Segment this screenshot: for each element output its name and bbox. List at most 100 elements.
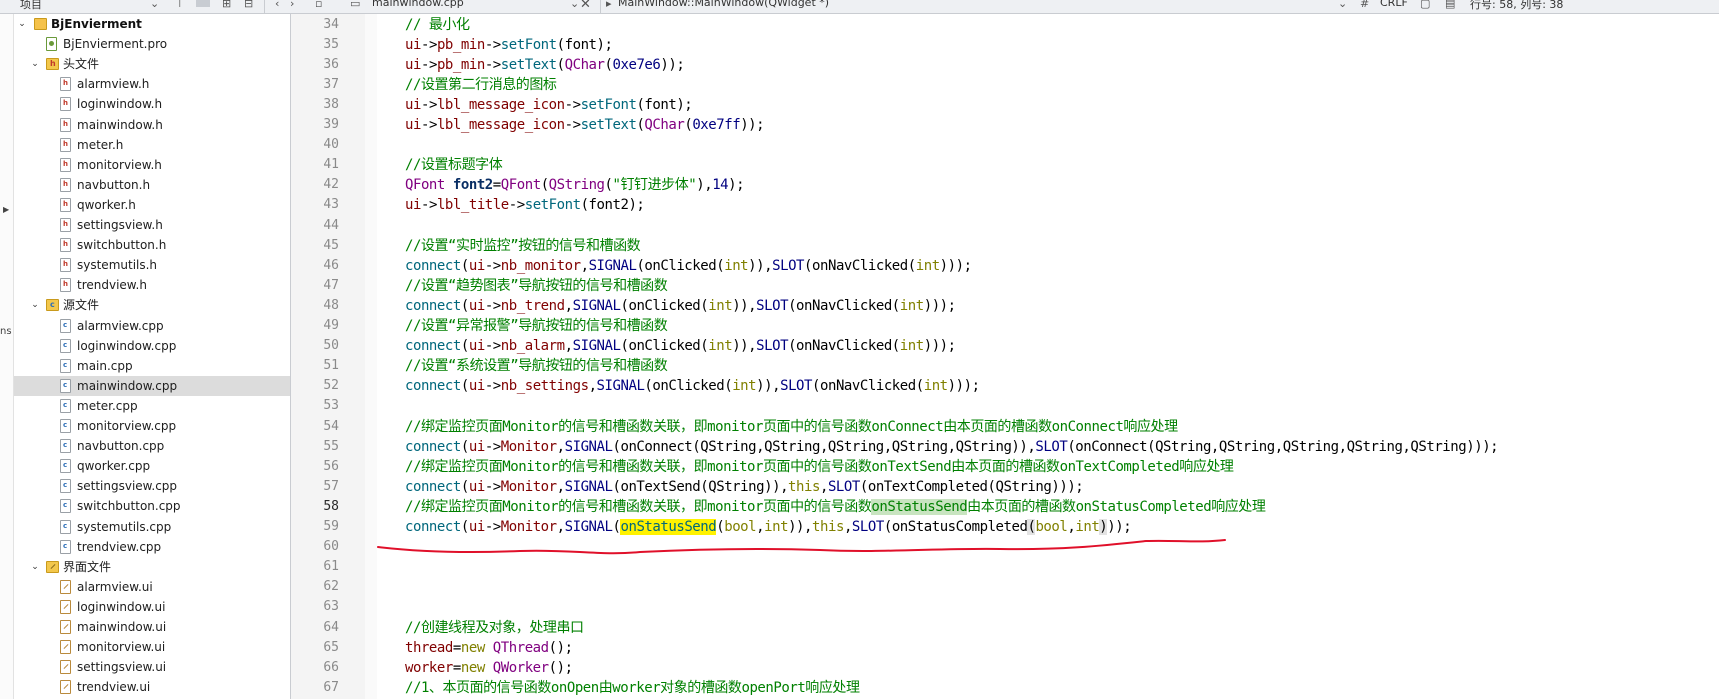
lock-icon[interactable]: ▢ bbox=[1420, 0, 1430, 10]
tree-file-item[interactable]: navbutton.h bbox=[14, 175, 290, 195]
tree-folder[interactable]: ⌄ BjEnvierment bbox=[14, 14, 290, 34]
code-line[interactable]: //创建线程及对象，处理串口 bbox=[405, 618, 584, 638]
forward-icon[interactable]: › bbox=[290, 0, 294, 10]
code-line[interactable]: //设置“系统设置”导航按钮的信号和槽函数 bbox=[405, 356, 668, 376]
tree-file-item[interactable]: switchbutton.h bbox=[14, 235, 290, 255]
code-line[interactable]: connect(ui->nb_settings,SIGNAL(onClicked… bbox=[405, 376, 980, 396]
doc-icon[interactable]: ▤ bbox=[1445, 0, 1455, 10]
code-line[interactable]: connect(ui->Monitor,SIGNAL(onConnect(QSt… bbox=[405, 437, 1499, 457]
tree-file-item[interactable]: settingsview.ui bbox=[14, 657, 290, 677]
fold-margin[interactable] bbox=[365, 14, 377, 699]
code-token: = bbox=[492, 177, 501, 194]
code-line[interactable]: ui->lbl_message_icon->setText(QChar(0xe7… bbox=[405, 115, 765, 135]
code-line[interactable]: //设置标题字体 bbox=[405, 155, 503, 175]
code-line[interactable]: connect(ui->Monitor,SIGNAL(onStatusSend(… bbox=[405, 517, 1132, 537]
code-token: , bbox=[564, 297, 573, 314]
tree-file-item[interactable]: mainwindow.ui bbox=[14, 617, 290, 637]
code-line[interactable]: ui->lbl_title->setFont(font2); bbox=[405, 195, 645, 215]
add-split-icon[interactable]: ⊞ bbox=[222, 0, 231, 10]
tree-file-item[interactable]: alarmview.h bbox=[14, 74, 290, 94]
code-line[interactable]: //绑定监控页面Monitor的信号和槽函数关联，即monitor页面中的信号函… bbox=[405, 457, 1234, 477]
code-line[interactable]: //1、本页面的信号函数onOpen由worker对象的槽函数openPort响… bbox=[405, 678, 860, 698]
expand-toggle-icon[interactable]: ⌄ bbox=[29, 557, 41, 577]
expand-toggle-icon[interactable]: ⌄ bbox=[29, 295, 41, 315]
code-line[interactable]: //绑定监控页面Monitor的信号和槽函数关联，即monitor页面中的信号函… bbox=[405, 497, 1266, 517]
expand-toggle-icon[interactable]: ⌄ bbox=[29, 54, 41, 74]
dropdown-icon[interactable]: ⌄ bbox=[1338, 0, 1347, 10]
tree-file-item[interactable]: systemutils.h bbox=[14, 255, 290, 275]
project-tree[interactable]: ⌄ BjEnvierment BjEnvierment.pro ⌄ 头文件 alarmvi… bbox=[14, 14, 291, 699]
code-line[interactable]: ui->lbl_message_icon->setFont(font); bbox=[405, 95, 693, 115]
tree-file-item[interactable]: trendview.h bbox=[14, 275, 290, 295]
hash-icon[interactable]: # bbox=[1360, 0, 1369, 10]
line-number: 34 bbox=[323, 16, 339, 32]
code-line[interactable]: connect(ui->Monitor,SIGNAL(onTextSend(QS… bbox=[405, 477, 1084, 497]
tree-file-item[interactable]: loginwindow.ui bbox=[14, 597, 290, 617]
code-line[interactable]: worker=new QWorker(); bbox=[405, 658, 573, 678]
header-file-icon bbox=[60, 157, 71, 172]
code-token: -> bbox=[484, 56, 501, 73]
dropdown-icon[interactable]: ⌄ bbox=[570, 0, 579, 10]
code-line[interactable]: QFont font2=QFont(QString("钉钉进步体"),14); bbox=[405, 175, 745, 195]
dropdown-icon[interactable]: ⌄ bbox=[150, 0, 159, 10]
tree-file-item[interactable]: navbutton.cpp bbox=[14, 436, 290, 456]
expand-arrow-icon[interactable]: ▶ bbox=[3, 205, 9, 214]
code-line[interactable]: // 最小化 bbox=[405, 15, 470, 35]
tree-file-item[interactable]: switchbutton.cpp bbox=[14, 496, 290, 516]
code-token: , bbox=[556, 438, 565, 455]
tree-file-item[interactable]: trendview.cpp bbox=[14, 537, 290, 557]
code-token: pb_min bbox=[436, 56, 485, 73]
tree-file-item[interactable]: monitorview.ui bbox=[14, 637, 290, 657]
tree-file-item[interactable]: trendview.ui bbox=[14, 677, 290, 697]
editor-tab-filename[interactable]: mainwindow.cpp bbox=[372, 0, 464, 9]
tree-file-item[interactable]: settingsview.h bbox=[14, 215, 290, 235]
tree-file-item[interactable]: alarmview.cpp bbox=[14, 316, 290, 336]
tree-file-item[interactable]: mainwindow.cpp bbox=[14, 375, 290, 396]
code-line[interactable]: ui->pb_min->setText(QChar(0xe7e6)); bbox=[405, 55, 685, 75]
tree-folder[interactable]: ⌄ 头文件 bbox=[14, 54, 290, 74]
filter-icon[interactable]: ⊤ bbox=[175, 0, 185, 10]
tree-folder[interactable]: ⌄ 界面文件 bbox=[14, 557, 290, 577]
code-line[interactable]: //设置第二行消息的图标 bbox=[405, 75, 557, 95]
tree-file-item[interactable]: monitorview.h bbox=[14, 155, 290, 175]
code-line[interactable]: //设置“实时监控”按钮的信号和槽函数 bbox=[405, 236, 641, 256]
tree-folder[interactable]: ⌄ 源文件 bbox=[14, 295, 290, 315]
code-line[interactable]: //绑定监控页面Monitor的信号和槽函数关联，即monitor页面中的信号函… bbox=[405, 417, 1178, 437]
code-line[interactable]: //设置“异常报警”导航按钮的信号和槽函数 bbox=[405, 316, 668, 336]
cursor-position[interactable]: 行号: 58, 列号: 38 bbox=[1470, 0, 1563, 12]
code-token: bool bbox=[1035, 519, 1068, 535]
back-icon[interactable]: ‹ bbox=[275, 0, 279, 10]
tree-file-item[interactable]: meter.cpp bbox=[14, 396, 290, 416]
tree-item-label: loginwindow.ui bbox=[77, 599, 166, 614]
tree-file-item[interactable]: loginwindow.h bbox=[14, 94, 290, 114]
lock-icon[interactable]: ▫ bbox=[315, 0, 322, 10]
expand-toggle-icon[interactable]: ⌄ bbox=[16, 14, 28, 34]
line-number: 39 bbox=[323, 117, 339, 132]
code-line[interactable]: connect(ui->nb_alarm,SIGNAL(onClicked(in… bbox=[405, 336, 956, 356]
code-line[interactable]: //设置“趋势图表”导航按钮的信号和槽函数 bbox=[405, 276, 668, 296]
tree-file-item[interactable]: settingsview.cpp bbox=[14, 476, 290, 496]
tree-file-item[interactable]: monitorview.cpp bbox=[14, 416, 290, 436]
close-split-icon[interactable]: ⊟ bbox=[244, 0, 253, 10]
code-token: worker bbox=[405, 659, 453, 676]
tree-file-item[interactable]: qworker.h bbox=[14, 195, 290, 215]
code-line[interactable]: thread=new QThread(); bbox=[405, 638, 573, 658]
code-token: ui bbox=[468, 519, 485, 535]
link-icon[interactable] bbox=[196, 0, 210, 7]
line-ending[interactable]: CRLF bbox=[1380, 0, 1408, 9]
tree-file-item[interactable]: BjEnvierment.pro bbox=[14, 34, 290, 54]
code-line[interactable]: connect(ui->nb_trend,SIGNAL(onClicked(in… bbox=[405, 296, 956, 316]
tree-file-item[interactable]: qworker.cpp bbox=[14, 456, 290, 476]
tree-file-item[interactable]: meter.h bbox=[14, 135, 290, 155]
tree-file-item[interactable]: main.cpp bbox=[14, 356, 290, 376]
tree-file-item[interactable]: alarmview.ui bbox=[14, 577, 290, 597]
code-token: -> bbox=[564, 96, 581, 113]
tree-file-item[interactable]: systemutils.cpp bbox=[14, 517, 290, 537]
code-line[interactable]: ui->pb_min->setFont(font); bbox=[405, 35, 613, 55]
tree-file-item[interactable]: mainwindow.h bbox=[14, 115, 290, 135]
tree-file-item[interactable]: loginwindow.cpp bbox=[14, 336, 290, 356]
close-icon[interactable]: ✕ bbox=[580, 0, 591, 12]
code-line[interactable]: connect(ui->nb_monitor,SIGNAL(onClicked(… bbox=[405, 256, 972, 276]
symbol-scope[interactable]: MainWindow::MainWindow(QWidget *) bbox=[618, 0, 829, 9]
tree-header-label[interactable]: 项目 bbox=[20, 0, 42, 12]
